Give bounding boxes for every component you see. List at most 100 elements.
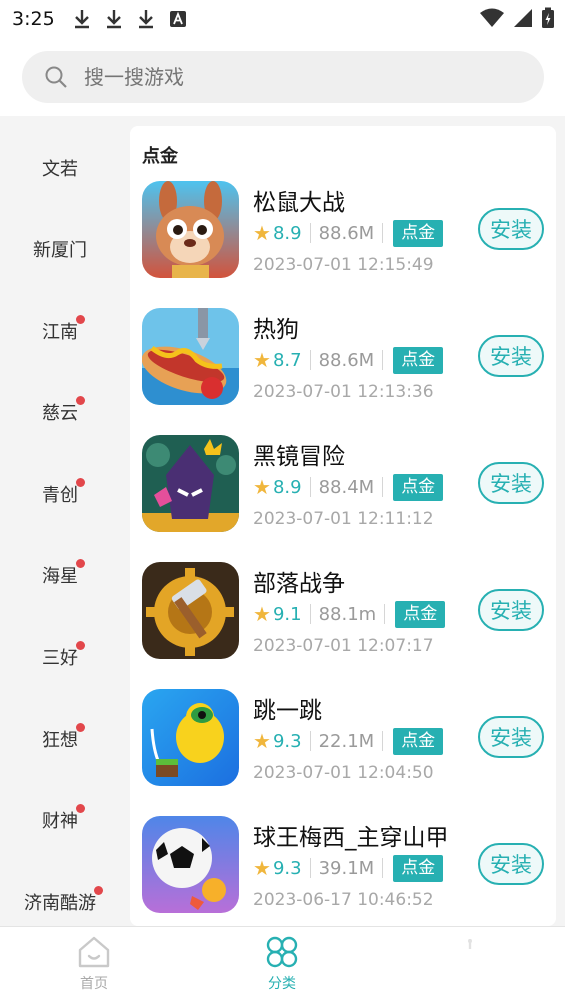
game-list-item[interactable]: 部落战争 ★ 9.1 88.1m 点金 2023-07-01 12:07:17 … bbox=[130, 562, 556, 672]
download-icon bbox=[138, 10, 153, 29]
section-title: 点金 bbox=[142, 146, 178, 167]
unread-dot bbox=[76, 723, 85, 732]
unread-dot bbox=[94, 886, 103, 895]
download-icon bbox=[74, 10, 89, 29]
search-area bbox=[0, 38, 565, 116]
game-date: 2023-07-01 12:11:12 bbox=[253, 509, 434, 529]
install-button[interactable]: 安装 bbox=[478, 335, 544, 377]
game-meta: ★ 8.9 88.6M 点金 bbox=[253, 218, 444, 248]
game-tag: 点金 bbox=[395, 600, 446, 628]
search-bar[interactable] bbox=[22, 51, 544, 103]
status-bar: 3:25 bbox=[0, 0, 565, 38]
game-date: 2023-06-17 10:46:52 bbox=[253, 890, 434, 910]
install-button[interactable]: 安装 bbox=[478, 208, 544, 250]
sidebar-item[interactable]: 狂想 bbox=[0, 719, 120, 759]
game-tag: 点金 bbox=[393, 727, 444, 755]
sidebar-item[interactable]: 新厦门 bbox=[0, 229, 120, 269]
tab-category-label: 分类 bbox=[268, 976, 296, 992]
game-rating: 8.9 bbox=[272, 476, 302, 498]
game-list-item[interactable]: 黑镜冒险 ★ 8.9 88.4M 点金 2023-07-01 12:11:12 … bbox=[130, 435, 556, 545]
jump-game-icon bbox=[142, 689, 239, 786]
game-size: 88.6M bbox=[318, 349, 375, 371]
star-icon: ★ bbox=[253, 602, 271, 626]
game-list-item[interactable]: 松鼠大战 ★ 8.9 88.6M 点金 2023-07-01 12:15:49 … bbox=[130, 181, 556, 291]
game-date: 2023-07-01 12:07:17 bbox=[253, 636, 434, 656]
sidebar-item[interactable]: 青创 bbox=[0, 474, 120, 514]
star-icon: ★ bbox=[253, 475, 271, 499]
sidebar-item[interactable]: 海星 bbox=[0, 555, 120, 595]
system-icons bbox=[479, 7, 555, 29]
profile-icon bbox=[468, 939, 472, 949]
bottom-tab-bar: 首页 分类 bbox=[0, 926, 565, 1005]
game-meta: ★ 8.9 88.4M 点金 bbox=[253, 472, 444, 502]
unread-dot bbox=[76, 315, 85, 324]
unread-dot bbox=[76, 559, 85, 568]
game-size: 39.1M bbox=[318, 857, 375, 879]
notification-icons bbox=[73, 9, 187, 29]
game-name: 球王梅西_主穿山甲 bbox=[253, 825, 449, 851]
game-name: 跳一跳 bbox=[253, 698, 322, 724]
game-list-item[interactable]: 跳一跳 ★ 9.3 22.1M 点金 2023-07-01 12:04:50 安… bbox=[130, 689, 556, 799]
hotdog-game-icon bbox=[142, 308, 239, 405]
game-list-item[interactable]: 热狗 ★ 8.7 88.6M 点金 2023-07-01 12:13:36 安装 bbox=[130, 308, 556, 418]
game-name: 松鼠大战 bbox=[253, 190, 345, 216]
tab-home-label: 首页 bbox=[80, 976, 108, 992]
divider bbox=[309, 731, 311, 751]
tab-category[interactable]: 分类 bbox=[237, 935, 327, 999]
tab-home[interactable]: 首页 bbox=[49, 935, 139, 999]
game-meta: ★ 9.3 39.1M 点金 bbox=[253, 853, 444, 883]
sidebar-item-label: 慈云 bbox=[42, 403, 78, 424]
sidebar-item-label: 财神 bbox=[42, 811, 78, 832]
game-date: 2023-07-01 12:15:49 bbox=[253, 255, 434, 275]
install-button[interactable]: 安装 bbox=[478, 462, 544, 504]
signal-icon bbox=[514, 9, 532, 27]
game-tag: 点金 bbox=[393, 473, 444, 501]
sidebar-item[interactable]: 财神 bbox=[0, 800, 120, 840]
sidebar-item-label: 青创 bbox=[42, 485, 78, 506]
game-tag: 点金 bbox=[393, 219, 444, 247]
game-meta: ★ 8.7 88.6M 点金 bbox=[253, 345, 444, 375]
game-list-item[interactable]: 球王梅西_主穿山甲 ★ 9.3 39.1M 点金 2023-06-17 10:4… bbox=[130, 816, 556, 926]
game-list-panel: 点金 松鼠大战 ★ 8.9 88.6M 点金 2023-07-01 12:15:… bbox=[130, 126, 556, 926]
soccer-game-icon bbox=[142, 816, 239, 913]
dark-mirror-game-icon bbox=[142, 435, 239, 532]
unread-dot bbox=[76, 641, 85, 650]
unread-dot bbox=[76, 478, 85, 487]
divider bbox=[382, 477, 384, 497]
search-input[interactable] bbox=[82, 64, 486, 90]
sidebar-item-label: 江南 bbox=[42, 322, 78, 343]
game-name: 部落战争 bbox=[253, 571, 345, 597]
star-icon: ★ bbox=[253, 729, 271, 753]
game-tag: 点金 bbox=[393, 346, 444, 374]
divider bbox=[384, 604, 386, 624]
sidebar-item-label: 济南酷游 bbox=[24, 893, 96, 914]
sidebar-item[interactable]: 江南 bbox=[0, 311, 120, 351]
sidebar-item[interactable]: 三好 bbox=[0, 637, 120, 677]
divider bbox=[309, 858, 311, 878]
game-date: 2023-07-01 12:04:50 bbox=[253, 763, 434, 783]
divider bbox=[382, 223, 384, 243]
tab-profile[interactable] bbox=[425, 935, 515, 999]
divider bbox=[382, 731, 384, 751]
sidebar-item[interactable]: 慈云 bbox=[0, 392, 120, 432]
install-button[interactable]: 安装 bbox=[478, 589, 544, 631]
divider bbox=[309, 604, 311, 624]
sidebar-item[interactable]: 文若 bbox=[0, 148, 120, 188]
sidebar-item[interactable]: 济南酷游 bbox=[0, 882, 120, 922]
sidebar-item-label: 三好 bbox=[42, 648, 78, 669]
wifi-icon bbox=[480, 8, 504, 27]
app-notification-icon bbox=[169, 11, 186, 27]
unread-dot bbox=[76, 804, 85, 813]
sidebar-item-label: 海星 bbox=[42, 566, 78, 587]
install-button[interactable]: 安装 bbox=[478, 843, 544, 885]
game-rating: 8.9 bbox=[272, 222, 302, 244]
game-rating: 9.3 bbox=[272, 857, 302, 879]
install-button[interactable]: 安装 bbox=[478, 716, 544, 758]
star-icon: ★ bbox=[253, 348, 271, 372]
divider bbox=[309, 350, 311, 370]
divider bbox=[309, 477, 311, 497]
game-date: 2023-07-01 12:13:36 bbox=[253, 382, 434, 402]
sidebar-item-label: 狂想 bbox=[42, 730, 78, 751]
clash-game-icon bbox=[142, 562, 239, 659]
game-name: 热狗 bbox=[253, 317, 299, 343]
